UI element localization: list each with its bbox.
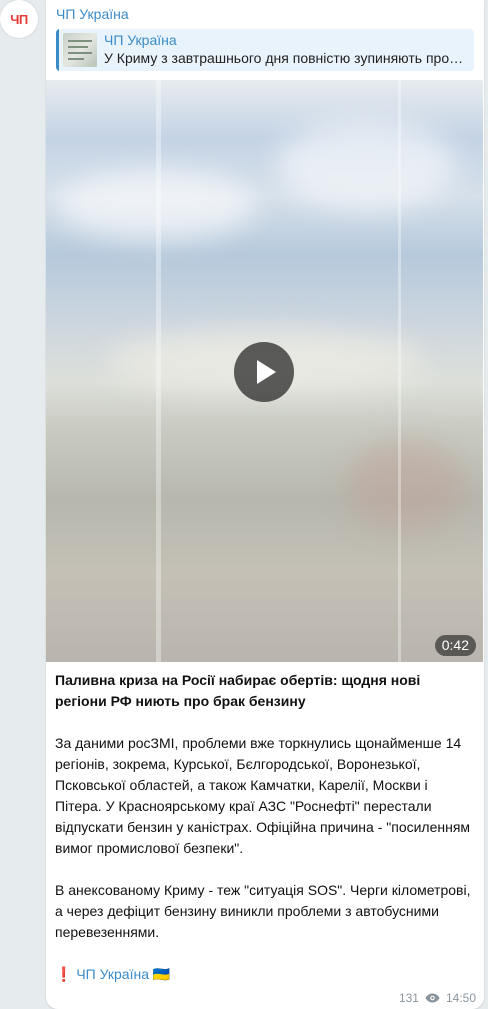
message-meta: 131 14:50 bbox=[399, 991, 476, 1005]
message-time: 14:50 bbox=[445, 991, 476, 1005]
message-caption: Паливна криза на Росії набирає обертів: … bbox=[55, 670, 475, 985]
caption-signature: ❗ ЧП Україна 🇺🇦 bbox=[55, 964, 475, 985]
eye-icon bbox=[425, 993, 440, 1003]
caption-paragraph-2: В анексованому Криму - теж "ситуація SOS… bbox=[55, 882, 471, 940]
exclamation-icon: ❗ bbox=[55, 966, 73, 982]
ukraine-flag-icon: 🇺🇦 bbox=[152, 966, 171, 982]
avatar-text: ЧП bbox=[10, 11, 28, 27]
reply-accent-bar bbox=[56, 29, 59, 71]
sender-name[interactable]: ЧП Україна bbox=[56, 6, 129, 22]
channel-link[interactable]: ЧП Україна bbox=[76, 966, 149, 982]
caption-paragraph-1: За даними росЗМІ, проблеми вже торкнулис… bbox=[55, 735, 471, 856]
caption-title: Паливна криза на Росії набирає обертів: … bbox=[55, 672, 421, 709]
video-duration: 0:42 bbox=[434, 635, 476, 656]
reply-thumbnail bbox=[63, 33, 97, 67]
play-button[interactable] bbox=[234, 342, 294, 402]
play-icon bbox=[257, 360, 276, 384]
view-count: 131 bbox=[398, 991, 419, 1005]
reply-text: У Криму з завтрашнього дня повністю зупи… bbox=[104, 50, 464, 66]
reply-preview[interactable]: ЧП Україна У Криму з завтрашнього дня по… bbox=[56, 29, 474, 71]
video-player[interactable]: 0:42 bbox=[46, 80, 483, 662]
message-bubble: ЧП Україна ЧП Україна У Криму з завтрашн… bbox=[46, 0, 484, 1009]
channel-avatar[interactable]: ЧП bbox=[0, 0, 38, 38]
reply-sender-name: ЧП Україна bbox=[104, 32, 177, 48]
